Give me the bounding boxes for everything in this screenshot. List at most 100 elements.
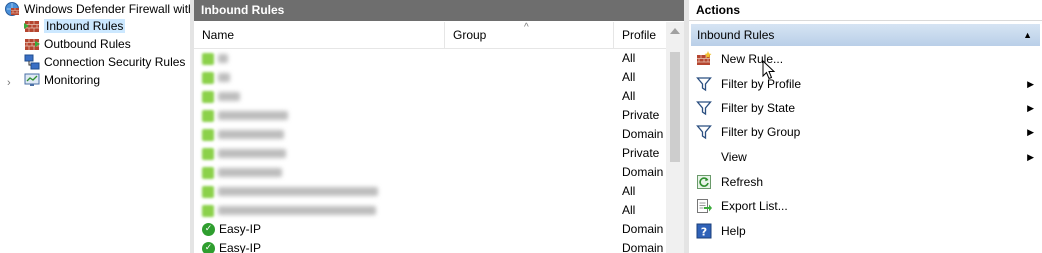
new-rule-icon bbox=[697, 51, 712, 65]
rule-name-cell bbox=[202, 125, 284, 144]
tree-item-label: Outbound Rules bbox=[44, 37, 131, 51]
rule-name-cell bbox=[202, 49, 228, 68]
table-row[interactable]: Private bbox=[194, 106, 666, 125]
rule-profile-cell: Domain bbox=[622, 127, 664, 141]
rule-name-text: Easy-IP bbox=[219, 241, 262, 253]
tree-item-connection-security-rules[interactable]: Connection Security Rules bbox=[24, 53, 185, 71]
rule-profile-cell: All bbox=[622, 203, 636, 217]
action-filter-by-state[interactable]: Filter by State ▶ bbox=[689, 96, 1042, 120]
rule-profile-cell: Domain bbox=[622, 241, 664, 253]
tree-root[interactable]: Windows Defender Firewall with bbox=[4, 0, 190, 18]
action-label: Help bbox=[721, 224, 746, 238]
rule-profile-cell: All bbox=[622, 89, 636, 103]
firewall-root-icon bbox=[5, 2, 19, 16]
table-row[interactable]: All bbox=[194, 49, 666, 68]
rule-name-redacted bbox=[218, 168, 282, 177]
rule-enabled-icon bbox=[202, 71, 214, 84]
action-label: Refresh bbox=[721, 175, 764, 189]
collapse-icon[interactable]: ▲ bbox=[1023, 24, 1032, 46]
rule-name-redacted bbox=[218, 73, 230, 82]
action-help[interactable]: ? Help bbox=[689, 219, 1042, 243]
actions-pane-title: Actions bbox=[689, 0, 1042, 21]
rule-name-redacted bbox=[218, 206, 376, 215]
outbound-rules-icon bbox=[25, 39, 40, 50]
table-row[interactable]: ✓ Easy-IP Domain bbox=[194, 239, 666, 253]
rules-pane-title: Inbound Rules bbox=[194, 0, 684, 21]
table-row[interactable]: All bbox=[194, 87, 666, 106]
rule-name-cell bbox=[202, 182, 378, 201]
rules-list: All All All Private Domain Private Domai… bbox=[194, 49, 666, 253]
refresh-icon bbox=[697, 175, 711, 189]
actions-group-label: Inbound Rules bbox=[697, 28, 775, 42]
rule-name-cell: ✓ Easy-IP bbox=[202, 220, 261, 239]
rule-profile-cell: All bbox=[622, 70, 636, 84]
rule-name-cell bbox=[202, 68, 230, 87]
submenu-arrow-icon: ▶ bbox=[1027, 102, 1034, 113]
scroll-up-arrow-icon[interactable] bbox=[670, 28, 680, 34]
submenu-arrow-icon: ▶ bbox=[1027, 78, 1034, 89]
monitoring-expand-icon[interactable]: › bbox=[7, 77, 11, 89]
rule-name-cell bbox=[202, 201, 376, 220]
tree-item-outbound-rules[interactable]: Outbound Rules bbox=[24, 35, 131, 53]
action-label: View bbox=[721, 150, 747, 164]
table-row[interactable]: All bbox=[194, 68, 666, 87]
action-filter-by-group[interactable]: Filter by Group ▶ bbox=[689, 120, 1042, 144]
rule-enabled-icon bbox=[202, 147, 214, 160]
table-row[interactable]: All bbox=[194, 182, 666, 201]
action-export-list[interactable]: Export List... bbox=[689, 194, 1042, 218]
svg-text:?: ? bbox=[701, 226, 707, 239]
action-refresh[interactable]: Refresh bbox=[689, 170, 1042, 194]
filter-icon bbox=[696, 101, 712, 116]
rule-profile-cell: All bbox=[622, 51, 636, 65]
table-row[interactable]: Domain bbox=[194, 163, 666, 182]
rule-profile-cell: All bbox=[622, 184, 636, 198]
rule-enabled-icon bbox=[202, 52, 214, 65]
rule-name-redacted bbox=[218, 92, 240, 101]
filter-icon bbox=[696, 125, 712, 140]
rule-name-redacted bbox=[218, 149, 286, 158]
rule-enabled-check-icon: ✓ bbox=[202, 242, 215, 253]
table-row[interactable]: Domain bbox=[194, 125, 666, 144]
sort-ascending-icon: ^ bbox=[524, 22, 529, 33]
table-row[interactable]: ✓ Easy-IP Domain bbox=[194, 220, 666, 239]
rule-enabled-icon bbox=[202, 128, 214, 141]
rule-name-redacted bbox=[218, 130, 284, 139]
rule-enabled-icon bbox=[202, 166, 214, 179]
action-label: Export List... bbox=[721, 199, 788, 213]
rules-vertical-scrollbar[interactable] bbox=[666, 22, 684, 253]
rules-pane: Inbound Rules Name Group Profile ^ All A… bbox=[194, 0, 684, 253]
scrollbar-thumb[interactable] bbox=[670, 52, 680, 162]
rule-name-redacted bbox=[218, 187, 378, 196]
action-label: Filter by Group bbox=[721, 125, 801, 139]
rule-name-cell bbox=[202, 144, 286, 163]
tree-item-label: Monitoring bbox=[44, 73, 101, 87]
submenu-arrow-icon: ▶ bbox=[1027, 151, 1034, 162]
tree-item-monitoring[interactable]: Monitoring bbox=[24, 71, 100, 89]
action-filter-by-profile[interactable]: Filter by Profile ▶ bbox=[689, 72, 1042, 96]
action-view[interactable]: View ▶ bbox=[689, 145, 1042, 169]
help-icon: ? bbox=[696, 223, 712, 239]
action-new-rule[interactable]: New Rule... bbox=[689, 47, 1042, 71]
column-header-group[interactable]: Group bbox=[445, 22, 614, 49]
rule-profile-cell: Private bbox=[622, 108, 660, 122]
rule-name-text: Easy-IP bbox=[219, 222, 262, 236]
rule-enabled-icon bbox=[202, 185, 214, 198]
actions-group-header[interactable]: Inbound Rules ▲ bbox=[691, 24, 1040, 46]
rule-name-cell bbox=[202, 163, 282, 182]
rule-profile-cell: Domain bbox=[622, 222, 664, 236]
table-row[interactable]: Private bbox=[194, 144, 666, 163]
rule-enabled-icon bbox=[202, 204, 214, 217]
rule-name-redacted bbox=[218, 54, 228, 63]
table-row[interactable]: All bbox=[194, 201, 666, 220]
rule-name-cell: ✓ Easy-IP bbox=[202, 239, 261, 253]
rule-profile-cell: Private bbox=[622, 146, 660, 160]
rule-enabled-icon bbox=[202, 109, 214, 122]
tree-root-label: Windows Defender Firewall with bbox=[24, 2, 190, 16]
column-header-name[interactable]: Name bbox=[194, 22, 445, 49]
rule-enabled-check-icon: ✓ bbox=[202, 223, 215, 236]
tree-item-inbound-rules[interactable]: Inbound Rules bbox=[24, 17, 126, 35]
column-header-profile[interactable]: Profile bbox=[614, 22, 666, 49]
rule-name-cell bbox=[202, 87, 240, 106]
tree-item-label: Connection Security Rules bbox=[44, 55, 186, 69]
tree-item-label: Inbound Rules bbox=[44, 19, 126, 33]
